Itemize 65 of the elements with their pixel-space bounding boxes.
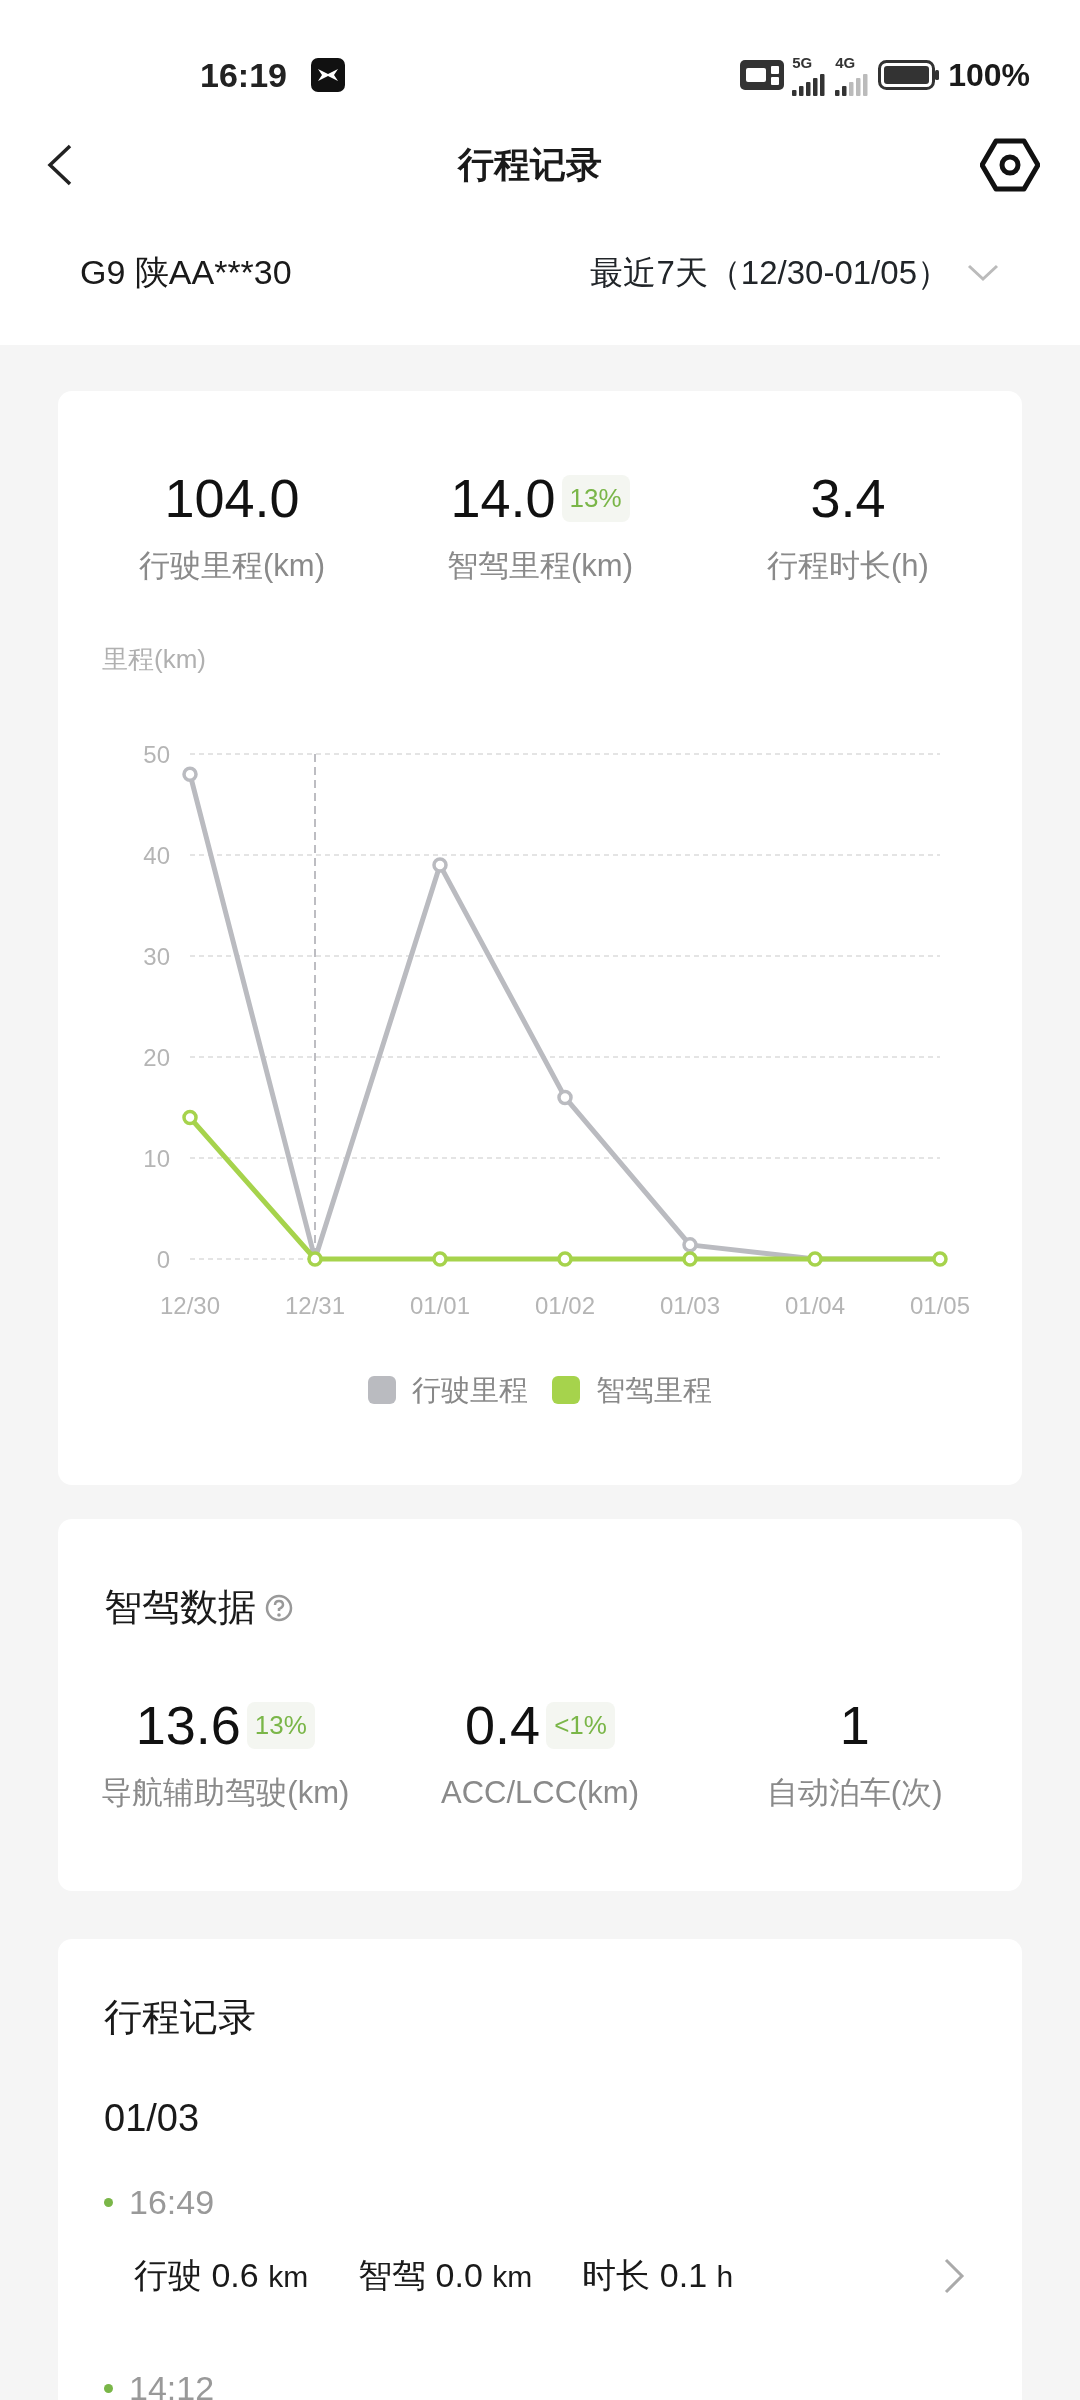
percent-badge: 13% — [246, 1701, 315, 1749]
x-tick-label: 01/03 — [659, 1291, 721, 1319]
stat-value: 3.4 — [810, 471, 886, 525]
section-title: 行程记录 — [104, 1995, 257, 2040]
battery-icon — [878, 60, 941, 90]
trip-stat: 行驶 0.6 km — [134, 2255, 309, 2296]
stat-label: 智驾里程(km) — [447, 547, 633, 585]
y-tick-label: 0 — [156, 1245, 170, 1273]
trip-time: 14:12 — [129, 2368, 215, 2400]
section-title: 智驾数据 — [104, 1585, 256, 1630]
data-point — [557, 1250, 573, 1267]
data-point — [682, 1236, 698, 1253]
y-tick-label: 50 — [143, 740, 170, 768]
app-notification-icon — [310, 58, 345, 92]
legend-label: 行驶里程 — [412, 1372, 528, 1408]
page-title: 行程记录 — [458, 143, 602, 187]
network-label: 4G — [835, 54, 857, 70]
data-point — [682, 1250, 698, 1267]
trip-date: 01/03 — [104, 2096, 201, 2141]
data-point — [932, 1250, 948, 1267]
stat-value: 0.4 — [465, 1698, 541, 1752]
settings-button[interactable] — [980, 137, 1040, 193]
network-label: 5G — [792, 54, 814, 70]
y-tick-label: 10 — [143, 1144, 170, 1172]
battery-percent: 100% — [948, 56, 1030, 95]
x-tick-label: 12/31 — [284, 1291, 346, 1319]
stat-label: 自动泊车(次) — [766, 1774, 943, 1812]
x-tick-label: 01/02 — [534, 1291, 596, 1319]
x-tick-label: 01/05 — [909, 1291, 971, 1319]
y-tick-label: 30 — [143, 942, 170, 970]
stat-value: 1 — [839, 1698, 870, 1752]
help-icon[interactable] — [264, 1592, 294, 1623]
y-tick-label: 40 — [143, 841, 170, 869]
status-time: 16:19 — [200, 54, 287, 96]
stat-label: 导航辅助驾驶(km) — [101, 1774, 350, 1812]
x-tick-label: 12/30 — [159, 1291, 221, 1319]
trip-stat: 时长 0.1 h — [582, 2255, 734, 2296]
chevron-down-icon — [966, 262, 1000, 283]
trip-time: 16:49 — [129, 2182, 215, 2223]
bullet-dot — [104, 2384, 113, 2393]
y-tick-label: 20 — [143, 1043, 170, 1071]
data-point — [557, 1089, 573, 1105]
data-point — [807, 1250, 823, 1267]
date-range-dropdown[interactable]: 最近7天（12/30-01/05） — [590, 247, 1000, 298]
bullet-dot — [104, 2198, 113, 2207]
hd-voice-icon — [740, 60, 785, 90]
data-point — [182, 765, 198, 782]
data-point — [182, 1109, 198, 1125]
stat-label: ACC/LCC(km) — [440, 1774, 640, 1812]
data-point — [432, 856, 448, 873]
legend-label: 智驾里程 — [596, 1372, 712, 1408]
x-tick-label: 01/01 — [409, 1291, 471, 1319]
stat-label: 行程时长(h) — [767, 547, 929, 585]
stat-value: 13.6 — [135, 1698, 241, 1752]
stat-value: 14.0 — [450, 471, 556, 525]
trip-stat: 智驾 0.0 km — [358, 2255, 533, 2296]
stat-value: 104.0 — [164, 471, 300, 525]
axis-title: 里程(km) — [101, 642, 207, 676]
data-point — [307, 1250, 323, 1267]
vehicle-selector[interactable]: G9 陕AA***30 — [80, 247, 292, 298]
percent-badge: <1% — [546, 1701, 615, 1749]
stat-label: 行驶里程(km) — [139, 547, 325, 585]
data-point — [432, 1250, 448, 1267]
x-tick-label: 01/04 — [784, 1291, 846, 1319]
percent-badge: 13% — [561, 474, 630, 522]
